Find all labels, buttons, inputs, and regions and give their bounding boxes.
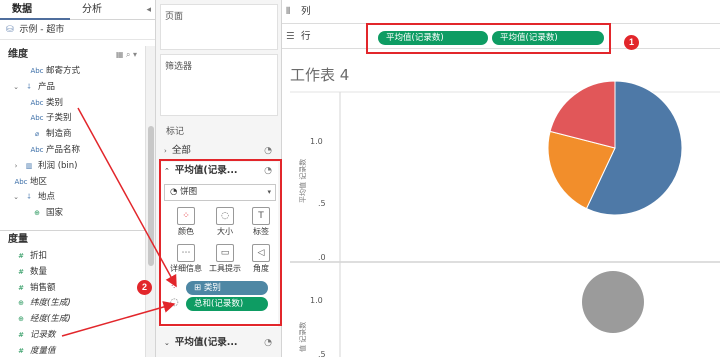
arrow-category-to-color bbox=[77, 107, 177, 288]
annotation-arrows bbox=[61, 107, 177, 337]
arrow-records-to-size bbox=[61, 301, 176, 337]
